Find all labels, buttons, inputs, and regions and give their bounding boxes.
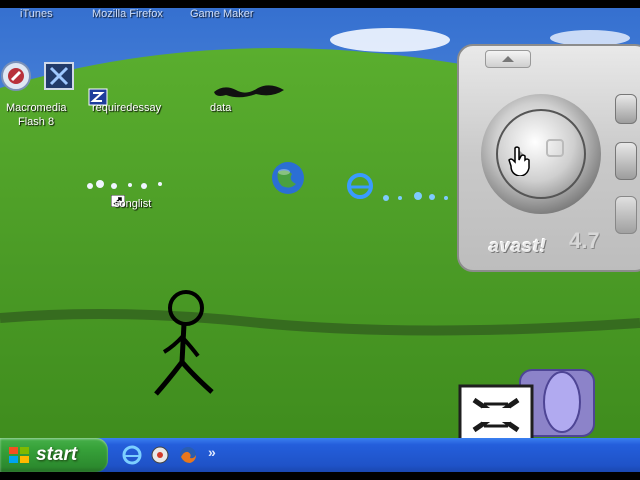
side-button-bottom[interactable]	[615, 196, 637, 234]
desktop-label-data[interactable]: data	[210, 102, 231, 114]
taskbar: start »	[0, 438, 640, 472]
firefox-icon[interactable]	[178, 445, 198, 465]
desktop-label-flash8[interactable]: Flash 8	[18, 116, 54, 128]
desktop-label-game-maker[interactable]: Game Maker	[190, 8, 254, 20]
desktop-label-macromedia[interactable]: Macromedia	[6, 102, 67, 114]
avast-dial[interactable]	[481, 94, 601, 214]
side-button-middle[interactable]	[615, 142, 637, 180]
scribble-icon[interactable]	[212, 82, 286, 100]
avast-panel[interactable]: avast! 4.7	[457, 44, 640, 272]
stick-figure[interactable]	[146, 290, 222, 400]
x-app-icon[interactable]	[44, 62, 74, 90]
flash-icon[interactable]	[0, 60, 32, 92]
desktop-label-itunes[interactable]: iTunes	[20, 8, 53, 20]
dust-trail-icon	[80, 178, 170, 192]
avast-brand-label: avast!	[489, 236, 548, 256]
ie-trail-icon	[380, 188, 456, 204]
desktop-label-firefox[interactable]: Mozilla Firefox	[92, 8, 163, 20]
desktop: iTunes Mozilla Firefox Game Maker Macrom…	[0, 8, 640, 472]
ie-quicklaunch-icon[interactable]	[122, 445, 142, 465]
media-icon[interactable]	[150, 445, 170, 465]
cursor-hand-icon	[507, 146, 533, 177]
side-button-top[interactable]	[615, 94, 637, 124]
eject-button[interactable]	[485, 50, 531, 68]
start-label: start	[36, 444, 78, 465]
desktop-label-songlist[interactable]: songlist	[114, 198, 151, 210]
quicklaunch-overflow-button[interactable]: »	[208, 444, 216, 460]
start-button[interactable]: start	[0, 438, 108, 472]
ie-icon[interactable]	[344, 172, 378, 200]
desktop-label-requiredessay[interactable]: requiredessay	[92, 102, 161, 114]
globe-icon[interactable]	[270, 160, 306, 196]
windows-logo-icon	[8, 446, 30, 464]
avast-version-label: 4.7	[569, 228, 600, 253]
